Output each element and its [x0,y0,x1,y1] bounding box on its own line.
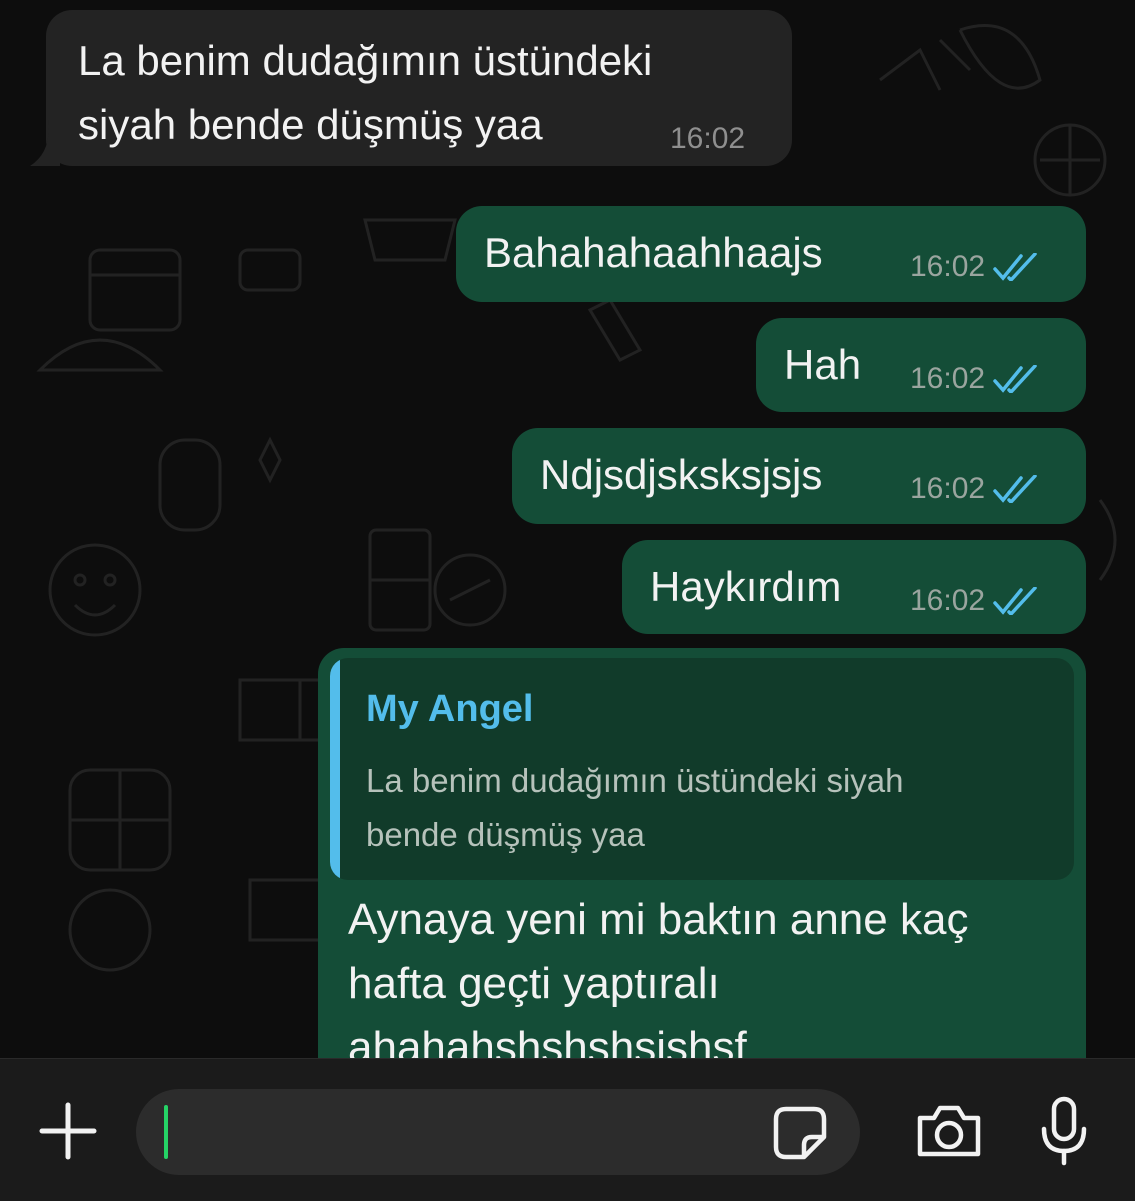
message-text: Ndjsdjsksksjsjs [540,451,823,498]
message-meta: 16:02 [910,362,1039,396]
outgoing-message[interactable]: Ndjsdjsksksjsjs 16:02 [512,428,1086,524]
double-check-icon [993,365,1037,393]
quoted-text-line: La benim dudağımın üstündeki siyah [366,762,904,799]
chat-area[interactable]: La benim dudağımın üstündeki siyah bende… [0,0,1135,1058]
microphone-button[interactable] [1032,1093,1096,1169]
message-text: Bahahahaahhaajs [484,229,823,276]
message-meta: 16:02 [910,584,1039,618]
outgoing-message[interactable]: Haykırdım 16:02 [622,540,1086,634]
message-text-line: siyah bende düşmüş yaa [78,101,543,148]
message-time: 16:02 [670,122,746,155]
double-check-icon [993,587,1037,615]
double-check-icon [993,475,1037,503]
plus-icon [39,1102,97,1160]
quoted-sender-name: My Angel [366,688,534,730]
outgoing-message[interactable]: Bahahahaahhaajs 16:02 [456,206,1086,302]
reply-text-line: ahahahshshshsjshsf [348,1023,747,1058]
message-input-box[interactable] [136,1089,860,1175]
sticker-button[interactable] [770,1103,830,1163]
message-time: 16:02 [910,472,986,505]
message-time: 16:02 [910,362,986,395]
quote-accent-bar [330,658,340,880]
quoted-text: La benim dudağımın üstündeki siyah bende… [366,754,1056,862]
camera-icon [917,1105,981,1157]
reply-text-line: hafta geçti yaptıralı [348,959,720,1008]
double-check-icon [993,253,1037,281]
message-time: 16:02 [910,584,986,617]
reply-text: Aynaya yeni mi baktın anne kaç hafta geç… [348,888,1088,1058]
message-text: Hah [784,341,862,388]
message-meta: 16:02 [910,250,1039,284]
sticker-icon [773,1106,827,1160]
attach-button[interactable] [36,1099,100,1163]
message-time: 16:02 [910,250,986,283]
composer-bar [0,1058,1135,1201]
message-input[interactable] [170,1103,774,1163]
quoted-message[interactable]: My Angel La benim dudağımın üstündeki si… [330,658,1074,880]
camera-button[interactable] [912,1099,986,1163]
message-text: Haykırdım [650,563,842,610]
microphone-icon [1041,1096,1087,1166]
text-caret [164,1105,168,1159]
bubble-tail-icon [30,120,60,166]
reply-message[interactable]: My Angel La benim dudağımın üstündeki si… [318,648,1086,1058]
message-meta: 16:02 [910,472,1039,506]
quoted-text-line: bende düşmüş yaa [366,816,645,853]
outgoing-message[interactable]: Hah 16:02 [756,318,1086,412]
reply-text-line: Aynaya yeni mi baktın anne kaç [348,895,969,944]
message-text-line: La benim dudağımın üstündeki [78,37,653,84]
incoming-message[interactable]: La benim dudağımın üstündeki siyah bende… [46,10,792,166]
